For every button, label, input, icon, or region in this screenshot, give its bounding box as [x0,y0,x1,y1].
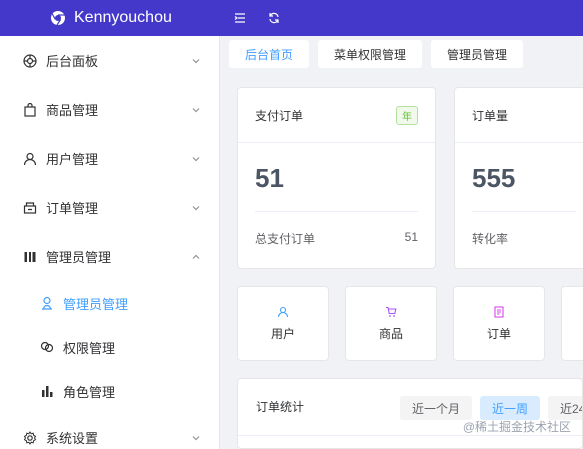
sidebar-item-orders[interactable]: 订单管理 [0,183,219,232]
sidebar-item-settings[interactable]: 系统设置 [0,413,219,449]
sidebar-item-dashboard[interactable]: 后台面板 [0,36,219,85]
nav-card-orders[interactable]: 订单 [453,286,545,361]
sidebar-item-admin[interactable]: 管理员管理 [0,232,219,281]
sidebar-subitem-label: 角色管理 [63,384,116,400]
chevron-down-icon [191,203,201,213]
sidebar-item-label: 系统设置 [46,431,99,446]
page-tabs: 后台首页 菜单权限管理 管理员管理 [220,36,583,72]
sidebar-subitem-permissions[interactable]: 权限管理 [0,325,219,369]
card-footer-value: 51 [404,230,418,244]
app-logo[interactable]: Kennyouchou [0,9,220,27]
chrome-logo-icon [51,11,65,26]
fold-menu-icon[interactable] [232,10,248,26]
range-tab-24h[interactable]: 近24 [548,396,582,420]
range-tab-month[interactable]: 近一个月 [400,396,473,420]
nav-card-label: 用户 [270,327,295,341]
user-icon [22,151,38,167]
order-icon [492,305,506,319]
card-value: 51 [255,163,284,193]
top-header: Kennyouchou [0,0,583,36]
admin-user-icon [39,295,55,311]
sidebar-subitem-admin-manage[interactable]: 管理员管理 [0,281,219,325]
stat-card-orders: 订单量 555 转化率 [454,87,583,269]
card-value: 555 [472,163,516,193]
nav-card-label: 商品 [378,327,403,341]
user-icon [276,305,290,319]
chevron-down-icon [191,105,201,115]
nav-card-more[interactable] [561,286,583,361]
chevron-down-icon [191,154,201,164]
sidebar-item-label: 订单管理 [46,201,99,216]
sidebar: 后台面板 商品管理 用户管理 订单管理 管理员管理 管理员管理 权限管理 角色管… [0,36,220,449]
cart-icon [384,305,398,319]
chevron-up-icon [191,252,201,262]
link-icon [39,339,55,355]
order-stats-title: 订单统计 [256,400,305,414]
admin-icon [22,249,38,265]
nav-card-users[interactable]: 用户 [237,286,329,361]
sidebar-subitem-roles[interactable]: 角色管理 [0,369,219,413]
divider [238,435,582,436]
range-tabs: 近一个月 近一周 近24 [400,396,582,420]
bar-chart-icon [39,383,55,399]
settings-icon [22,430,38,446]
card-footer-label: 转化率 [472,232,509,246]
sidebar-subitem-label: 管理员管理 [63,296,129,312]
nav-card-goods[interactable]: 商品 [345,286,437,361]
chevron-down-icon [191,56,201,66]
period-badge: 年 [396,105,418,125]
tab-home[interactable]: 后台首页 [229,40,310,68]
stat-card-payment: 支付订单 年 51 总支付订单 51 [237,87,436,269]
sidebar-item-label: 管理员管理 [46,250,112,265]
goods-icon [22,102,38,118]
watermark: @稀土掘金技术社区 [462,420,571,434]
order-stats-card: 订单统计 近一个月 近一周 近24 [237,378,583,449]
order-icon [22,200,38,216]
sidebar-subitem-label: 权限管理 [63,340,116,356]
tab-menu-permissions[interactable]: 菜单权限管理 [318,40,423,68]
sidebar-item-label: 商品管理 [46,103,99,118]
chevron-down-icon [191,433,201,443]
card-title: 支付订单 [255,108,304,123]
refresh-icon[interactable] [266,10,282,26]
sidebar-item-users[interactable]: 用户管理 [0,134,219,183]
dashboard-icon [22,53,38,69]
tab-admin-manage[interactable]: 管理员管理 [431,40,524,68]
card-title: 订单量 [472,108,509,123]
sidebar-item-label: 用户管理 [46,152,99,167]
nav-card-label: 订单 [486,327,511,341]
app-name: Kennyouchou [74,9,172,26]
range-tab-week[interactable]: 近一周 [480,396,541,420]
sidebar-item-label: 后台面板 [46,54,99,69]
card-footer-label: 总支付订单 [255,232,316,246]
sidebar-item-goods[interactable]: 商品管理 [0,85,219,134]
